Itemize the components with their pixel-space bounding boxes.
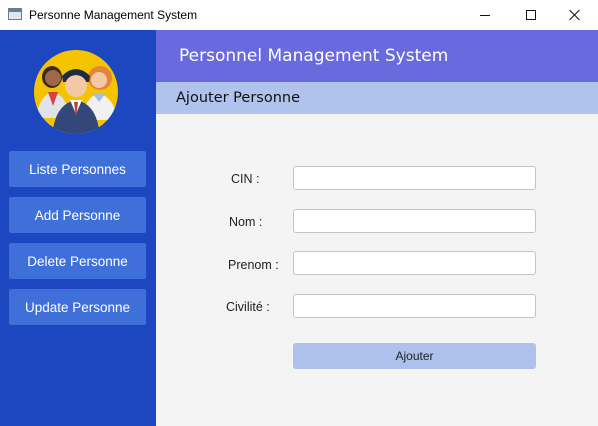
cin-label: CIN : (231, 172, 260, 186)
sidebar-item-label: Update Personne (24, 299, 131, 315)
nom-field[interactable] (293, 209, 536, 233)
window-title: Personne Management System (29, 8, 198, 22)
close-button[interactable] (552, 0, 598, 30)
page-header: Personnel Management System (156, 30, 598, 82)
minimize-button[interactable] (462, 0, 508, 30)
sidebar-item-label: Add Personne (34, 207, 121, 223)
people-group-icon (34, 50, 118, 134)
close-icon (569, 9, 581, 21)
sidebar-item-label: Liste Personnes (29, 161, 126, 177)
title-bar: Personne Management System (0, 0, 598, 30)
civilite-label: Civilité : (226, 300, 270, 314)
sidebar: Liste Personnes Add Personne Delete Pers… (0, 30, 156, 426)
prenom-label: Prenom : (228, 258, 279, 272)
app-window-icon (8, 8, 22, 20)
section-title: Ajouter Personne (176, 90, 301, 106)
sidebar-item-add-personne[interactable]: Add Personne (9, 197, 146, 233)
page-title: Personnel Management System (179, 46, 449, 66)
ajouter-button[interactable]: Ajouter (293, 343, 536, 369)
sidebar-item-delete-personne[interactable]: Delete Personne (9, 243, 146, 279)
section-header: Ajouter Personne (156, 82, 598, 114)
minimize-icon (480, 14, 490, 16)
civilite-field[interactable] (293, 294, 536, 318)
maximize-button[interactable] (508, 0, 554, 30)
sidebar-item-update-personne[interactable]: Update Personne (9, 289, 146, 325)
prenom-field[interactable] (293, 251, 536, 275)
form-panel: CIN : Nom : Prenom : Civilité : Ajouter (156, 114, 598, 426)
cin-field[interactable] (293, 166, 536, 190)
sidebar-item-label: Delete Personne (27, 253, 128, 269)
maximize-icon (526, 10, 536, 20)
sidebar-item-liste-personnes[interactable]: Liste Personnes (9, 151, 146, 187)
nom-label: Nom : (229, 215, 263, 229)
